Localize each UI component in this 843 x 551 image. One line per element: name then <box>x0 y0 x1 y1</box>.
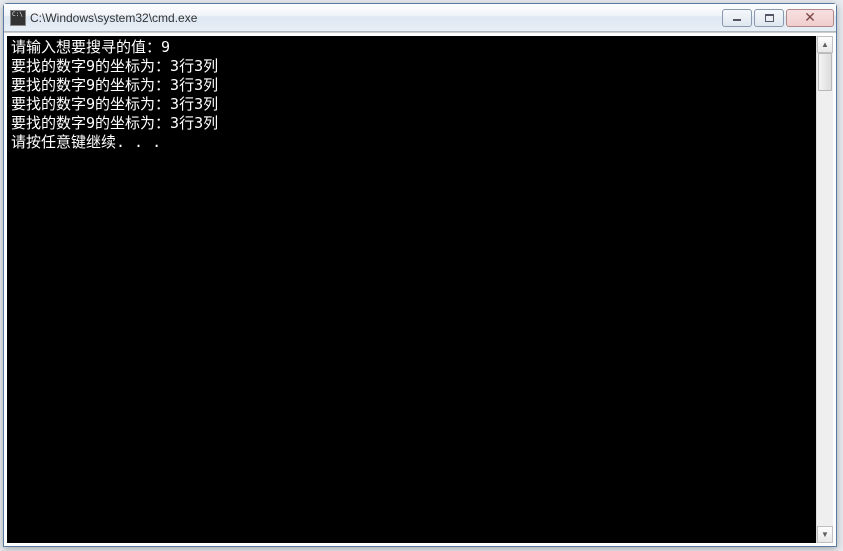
scrollbar-track[interactable] <box>817 53 833 526</box>
chevron-up-icon: ▲ <box>821 40 829 49</box>
cmd-icon <box>10 10 26 26</box>
console-client-area: 请输入想要搜寻的值：9要找的数字9的坐标为：3行3列要找的数字9的坐标为：3行3… <box>4 32 836 546</box>
console-line: 要找的数字9的坐标为：3行3列 <box>11 57 812 76</box>
console-line: 要找的数字9的坐标为：3行3列 <box>11 95 812 114</box>
console-line: 请输入想要搜寻的值：9 <box>11 38 812 57</box>
close-icon: ✕ <box>804 9 816 26</box>
cmd-window: C:\Windows\system32\cmd.exe ✕ 请输入想要搜寻的值：… <box>3 3 837 547</box>
console-line: 请按任意键继续. . . <box>11 133 812 152</box>
maximize-icon <box>765 14 774 22</box>
titlebar[interactable]: C:\Windows\system32\cmd.exe ✕ <box>4 4 836 32</box>
window-title: C:\Windows\system32\cmd.exe <box>30 11 197 25</box>
console-output[interactable]: 请输入想要搜寻的值：9要找的数字9的坐标为：3行3列要找的数字9的坐标为：3行3… <box>7 36 816 543</box>
close-button[interactable]: ✕ <box>786 9 834 27</box>
minimize-button[interactable] <box>722 9 752 27</box>
scroll-down-button[interactable]: ▼ <box>817 526 833 543</box>
console-line: 要找的数字9的坐标为：3行3列 <box>11 76 812 95</box>
minimize-icon <box>733 19 741 21</box>
scroll-up-button[interactable]: ▲ <box>817 36 833 53</box>
console-line: 要找的数字9的坐标为：3行3列 <box>11 114 812 133</box>
chevron-down-icon: ▼ <box>821 530 829 539</box>
vertical-scrollbar[interactable]: ▲ ▼ <box>816 36 833 543</box>
window-controls: ✕ <box>722 9 834 27</box>
maximize-button[interactable] <box>754 9 784 27</box>
scrollbar-thumb[interactable] <box>818 53 832 91</box>
